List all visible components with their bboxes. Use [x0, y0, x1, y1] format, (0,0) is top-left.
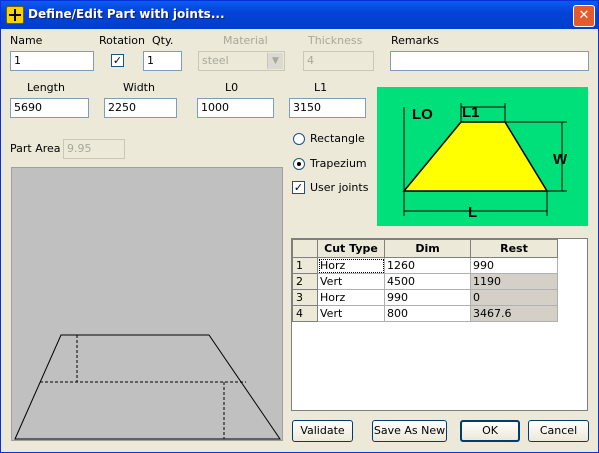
rest-cell: 3467.6: [470, 305, 558, 322]
l1-diagram-label: L1: [462, 104, 480, 121]
table-row: 1 Horz 1260 990: [292, 257, 558, 274]
cut-type-cell[interactable]: Horz: [317, 289, 385, 306]
table-row: 3 Horz 990 0: [292, 289, 558, 306]
trapezium-diagram-svg: LO L1 W L: [402, 103, 568, 221]
l-label: L: [468, 204, 477, 221]
l1-field[interactable]: 3150: [289, 98, 366, 118]
l0-label: L0: [225, 81, 239, 94]
dialog-window: Define/Edit Part with joints... ✕ Name R…: [0, 0, 599, 453]
window-title: Define/Edit Part with joints...: [28, 7, 225, 21]
part-preview-canvas[interactable]: [11, 167, 283, 441]
l0-field[interactable]: 1000: [197, 98, 274, 118]
material-label: Material: [223, 34, 268, 47]
width-field[interactable]: 2250: [104, 98, 177, 118]
qty-label: Qty.: [152, 34, 174, 47]
remarks-field[interactable]: [390, 51, 589, 71]
name-field[interactable]: 1: [10, 51, 94, 71]
user-joints-checkbox[interactable]: ✓: [292, 181, 305, 194]
row-number: 2: [292, 273, 318, 290]
trapezium-label[interactable]: Trapezium: [310, 157, 367, 170]
validate-button[interactable]: Validate: [292, 420, 353, 442]
trapezium-diagram: LO L1 W L: [377, 87, 588, 226]
chevron-down-icon: ▼: [267, 53, 283, 69]
dim-cell[interactable]: 800: [384, 305, 471, 322]
remarks-label: Remarks: [391, 34, 439, 47]
trapezium-shape: [402, 121, 549, 192]
cuts-table: Cut Type Dim Rest 1 Horz 1260 990 2 Vert…: [292, 239, 558, 322]
trapezium-radio[interactable]: [293, 158, 305, 170]
width-label: Width: [123, 81, 155, 94]
close-icon: ✕: [578, 8, 590, 23]
table-row: 4 Vert 800 3467.6: [292, 305, 558, 322]
thickness-field[interactable]: 4: [303, 51, 374, 71]
thickness-label: Thickness: [308, 34, 363, 47]
l1-label: L1: [314, 81, 328, 94]
ok-button[interactable]: OK: [460, 420, 520, 442]
save-as-new-button[interactable]: Save As New: [372, 420, 447, 442]
cuts-grid[interactable]: Cut Type Dim Rest 1 Horz 1260 990 2 Vert…: [291, 238, 588, 411]
dim-cell[interactable]: 4500: [384, 273, 471, 290]
rectangle-radio[interactable]: [293, 133, 305, 145]
part-area-label: Part Area: [10, 142, 61, 155]
cancel-button[interactable]: Cancel: [528, 420, 589, 442]
part-outline: [14, 334, 281, 440]
rotation-checkbox[interactable]: ✓: [111, 54, 124, 67]
name-label: Name: [10, 34, 43, 47]
title-bar[interactable]: Define/Edit Part with joints... ✕: [1, 1, 598, 29]
cut-type-cell[interactable]: Horz: [317, 257, 385, 274]
material-select[interactable]: steel ▼: [198, 51, 285, 71]
part-preview-svg: [14, 334, 281, 440]
lo-label: LO: [412, 106, 433, 123]
app-plus-icon: [6, 6, 24, 24]
col-dim[interactable]: Dim: [384, 239, 471, 258]
table-row: 2 Vert 4500 1190: [292, 273, 558, 290]
row-number: 4: [292, 305, 318, 322]
rest-cell: 1190: [470, 273, 558, 290]
material-value: steel: [202, 54, 229, 67]
user-joints-label[interactable]: User joints: [310, 181, 368, 194]
row-number: 1: [292, 257, 318, 274]
dim-cell[interactable]: 990: [384, 289, 471, 306]
cut-type-cell[interactable]: Vert: [317, 305, 385, 322]
dim-cell[interactable]: 1260: [384, 257, 471, 274]
col-rest[interactable]: Rest: [470, 239, 558, 258]
rest-cell: 990: [470, 257, 558, 274]
length-field[interactable]: 5690: [10, 98, 89, 118]
close-button[interactable]: ✕: [573, 5, 595, 27]
part-area-field: 9.95: [63, 139, 125, 159]
qty-field[interactable]: 1: [143, 51, 182, 71]
col-cut-type[interactable]: Cut Type: [317, 239, 385, 258]
cut-type-cell[interactable]: Vert: [317, 273, 385, 290]
rest-cell: 0: [470, 289, 558, 306]
rotation-label: Rotation: [99, 34, 146, 47]
rectangle-label[interactable]: Rectangle: [310, 132, 365, 145]
w-label: W: [553, 151, 568, 168]
length-label: Length: [27, 81, 65, 94]
grid-corner: [292, 239, 318, 258]
row-number: 3: [292, 289, 318, 306]
